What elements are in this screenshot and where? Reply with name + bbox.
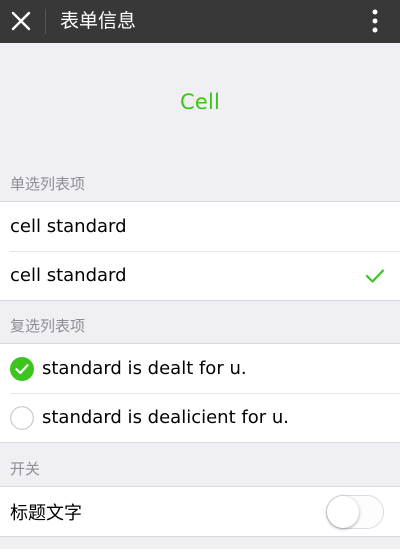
radio-item[interactable]: cell standard: [0, 202, 400, 251]
page-title: Cell: [179, 90, 221, 114]
checkbox-unchecked-icon[interactable]: [10, 405, 34, 430]
checkbox-item-label: standard is dealt for u.: [42, 358, 247, 379]
switch-item-label: 标题文字: [10, 502, 82, 524]
checkbox-section-label: 复选列表项: [10, 317, 86, 335]
more-button[interactable]: [360, 6, 390, 36]
top-navbar: 表单信息: [0, 0, 400, 43]
checkbox-checked-icon[interactable]: [10, 356, 34, 381]
radio-item-label: cell standard: [10, 265, 127, 286]
more-vertical-icon: [372, 9, 378, 33]
navbar-divider: [45, 9, 46, 34]
navbar-title: 表单信息: [60, 10, 137, 32]
toggle-switch[interactable]: [326, 494, 384, 529]
close-button[interactable]: [6, 6, 36, 36]
checkbox-list: standard is dealt for u. standard is dea…: [0, 343, 400, 443]
toggle-knob: [327, 495, 359, 528]
switch-list: 标题文字: [0, 486, 400, 537]
switch-section-label: 开关: [10, 460, 41, 478]
switch-item: 标题文字: [0, 487, 400, 536]
radio-section-label: 单选列表项: [10, 175, 86, 193]
radio-checkmark-icon: [365, 266, 385, 286]
checkbox-item[interactable]: standard is dealt for u.: [0, 344, 400, 393]
checkbox-item-label: standard is dealicient for u.: [42, 407, 289, 428]
radio-list: cell standard cell standard: [0, 201, 400, 301]
page-header: Cell: [0, 43, 400, 161]
radio-item-label: cell standard: [10, 216, 127, 237]
close-icon: [11, 11, 31, 31]
checkbox-item[interactable]: standard is dealicient for u.: [0, 393, 400, 442]
radio-item[interactable]: cell standard: [0, 251, 400, 300]
